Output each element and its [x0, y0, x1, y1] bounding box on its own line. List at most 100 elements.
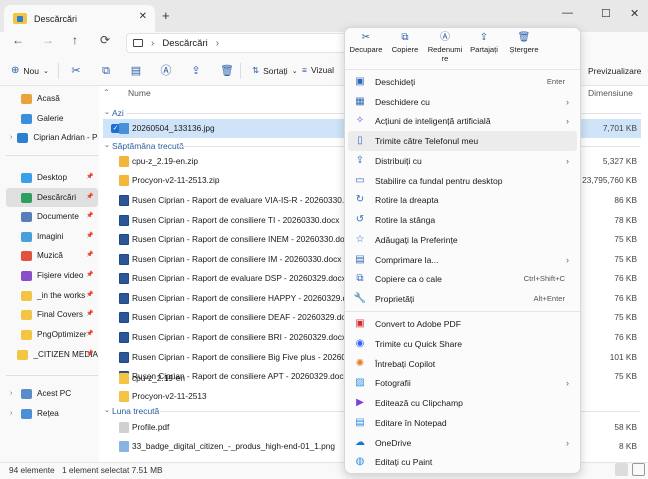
sidebar-item[interactable]: _in the works [6, 286, 98, 305]
menu-item-onedrive[interactable]: ☁ OneDrive › [348, 433, 577, 453]
view-icon: ≡ [302, 65, 307, 75]
trash-icon: 🗑 [517, 32, 531, 43]
menu-item-quick-share[interactable]: ◉ Trimite cu Quick Share [348, 334, 577, 354]
sidebar-item[interactable]: Muzică [6, 246, 98, 265]
open-with-icon: ▦ [355, 96, 365, 108]
rename-icon[interactable]: Ⓐ [160, 65, 172, 77]
sidebar-item[interactable]: › Rețea [6, 404, 98, 423]
file-doc-icon [119, 312, 129, 323]
tiles-view-icon[interactable] [632, 463, 645, 476]
share-icon[interactable]: ⇪ [190, 65, 202, 77]
sidebar-item[interactable]: Documente [6, 207, 98, 226]
menu-item-label: Deschideți [375, 76, 416, 87]
forward-arrow-icon[interactable]: → [42, 33, 54, 47]
tab-close-icon[interactable]: ✕ [139, 11, 147, 22]
chevron-right-icon: › [566, 96, 569, 107]
file-png-icon [119, 441, 129, 452]
sidebar-item[interactable]: › Acest PC [6, 384, 98, 403]
menu-item-compress[interactable]: ▤ Comprimare la... › [348, 250, 577, 270]
ask-copilot-icon: ✺ [355, 358, 365, 370]
minimize-button[interactable]: — [562, 7, 573, 19]
menu-item-ai-actions[interactable]: ✧ Acțiuni de inteligență artificială › [348, 111, 577, 131]
cut-button[interactable]: ✂ Decupare [346, 30, 386, 70]
menu-item-label: Proprietăți [375, 293, 415, 304]
menu-item-notepad[interactable]: ▤ Editare în Notepad [348, 413, 577, 433]
cut-icon[interactable]: ✂ [70, 65, 82, 77]
close-window-button[interactable]: ✕ [630, 7, 639, 20]
pin-icon: 📌 [86, 174, 94, 180]
pin-icon: 📌 [86, 292, 94, 298]
group-header[interactable]: Azi [112, 108, 124, 118]
sidebar-item[interactable]: Imagini [6, 227, 98, 246]
menu-item-give-access[interactable]: ⇪ Distribuiți cu › [348, 151, 577, 171]
sidebar-item[interactable]: Desktop [6, 168, 98, 187]
group-collapse-icon[interactable]: ⌄ [104, 406, 110, 414]
sidebar-item-label: Muzică [37, 251, 63, 260]
menu-item-ask-copilot[interactable]: ✺ Întrebați Copilot [348, 354, 577, 374]
sidebar-item-label: Ciprian Adrian - Per [33, 133, 98, 142]
menu-item-photos[interactable]: ▨ Fotografii › [348, 373, 577, 393]
sidebar-item[interactable]: _CITIZEN MEDIA [6, 345, 98, 364]
sidebar-item[interactable]: › Ciprian Adrian - Per [6, 128, 98, 147]
paint-icon: ◍ [355, 456, 365, 468]
details-view-icon[interactable] [615, 463, 628, 476]
menu-item-paint[interactable]: ◍ Editați cu Paint [348, 452, 577, 472]
delete-icon[interactable]: 🗑 [220, 65, 234, 77]
back-arrow-icon[interactable]: ← [12, 33, 24, 47]
tab-downloads[interactable]: Descărcări ✕ [4, 5, 155, 32]
chevron-right-icon: › [566, 377, 569, 388]
file-name: Rusen Ciprian - Raport de consiliere BRI… [132, 332, 346, 342]
menu-item-clipchamp[interactable]: ▶ Editează cu Clipchamp [348, 393, 577, 413]
refresh-icon[interactable]: ⟳ [100, 33, 110, 47]
preview-button[interactable]: Previzualizare [588, 66, 641, 76]
rename-button[interactable]: Ⓐ Redenumire [425, 30, 465, 70]
expand-chevron-icon[interactable]: › [10, 134, 12, 141]
group-collapse-icon[interactable]: ⌄ [104, 141, 110, 149]
delete-button[interactable]: 🗑 Ștergere [504, 30, 544, 70]
new-button[interactable]: ⊕ Nou ⌄ [11, 65, 49, 76]
copy-icon[interactable]: ⧉ [100, 65, 112, 77]
menu-item-rotate-left[interactable]: ↺ Rotire la stânga [348, 210, 577, 230]
group-collapse-icon[interactable]: ⌄ [104, 108, 110, 116]
address-field[interactable]: › Descărcări › [126, 33, 346, 53]
column-size[interactable]: Dimensiune [588, 88, 633, 98]
sidebar-item[interactable]: Fișiere video [6, 266, 98, 285]
folder-icon [21, 231, 32, 242]
sidebar-item[interactable]: Descărcări [6, 188, 98, 207]
breadcrumb-separator-end[interactable]: › [216, 38, 219, 49]
new-tab-button[interactable]: + [162, 8, 170, 23]
expand-chevron-icon[interactable]: › [10, 410, 16, 417]
expand-chevron-icon[interactable]: › [10, 390, 16, 397]
folder-icon [21, 408, 32, 419]
menu-item-open[interactable]: ▣ Deschideți Enter [348, 72, 577, 92]
copy-button[interactable]: ⧉ Copiere [385, 30, 425, 70]
menu-item-label: Distribuiți cu [375, 155, 422, 166]
sidebar-item[interactable]: Acasă [6, 89, 98, 108]
group-header[interactable]: Săptămâna trecută [112, 141, 184, 151]
menu-item-open-with[interactable]: ▦ Deschidere cu › [348, 92, 577, 112]
sort-up-icon: ⌃ [103, 88, 110, 97]
sort-button[interactable]: ⇅ Sortați ⌄ [252, 65, 298, 76]
up-arrow-icon[interactable]: ↑ [72, 33, 78, 47]
sidebar-item[interactable]: Final Covers [6, 305, 98, 324]
breadcrumb[interactable]: Descărcări [162, 38, 207, 49]
group-header[interactable]: Luna trecută [112, 406, 159, 416]
menu-item-copy-path[interactable]: ⧉ Copiere ca o cale Ctrl+Shift+C [348, 269, 577, 289]
menu-item-send-to-phone[interactable]: ▯ Trimite către Telefonul meu [348, 131, 577, 151]
sidebar-item[interactable]: PngOptimizer [6, 325, 98, 344]
menu-item-properties[interactable]: 🔧 Proprietăți Alt+Enter [348, 289, 577, 309]
sidebar-item[interactable]: Galerie [6, 109, 98, 128]
maximize-button[interactable]: ☐ [601, 7, 611, 20]
paste-icon[interactable]: ▤ [130, 65, 142, 77]
menu-item-rotate-right[interactable]: ↻ Rotire la dreapta [348, 190, 577, 210]
menu-item-convert-pdf[interactable]: ▣ Convert to Adobe PDF [348, 314, 577, 334]
file-size: 78 KB [614, 215, 637, 225]
view-button[interactable]: ≡ Vizual [302, 65, 334, 75]
chevron-down-icon: ⌄ [291, 67, 298, 75]
tab-title: Descărcări [34, 13, 78, 24]
column-name[interactable]: Nume [128, 88, 151, 98]
selection-info: 1 element selectat 7.51 MB [62, 465, 163, 475]
menu-item-set-wallpaper[interactable]: ▭ Stabilire ca fundal pentru desktop [348, 171, 577, 191]
menu-item-add-favorites[interactable]: ☆ Adăugați la Preferințe [348, 230, 577, 250]
share-button[interactable]: ⇪ Partajați [464, 30, 504, 70]
